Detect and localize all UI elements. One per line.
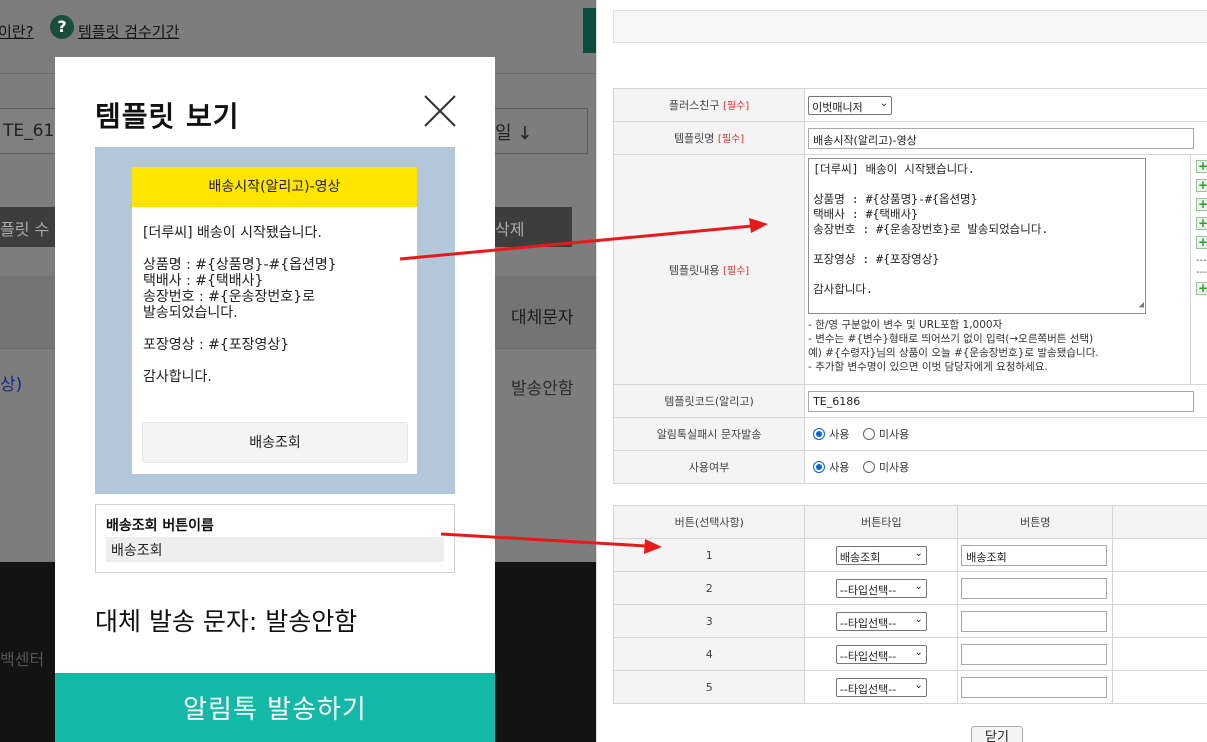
- row-use-yn: 사용여부 사용 미사용: [612, 450, 1207, 484]
- message-card: 배송시작(알리고)-영상 [더루씨] 배송이 시작됐습니다. 상품명 : #{상…: [132, 167, 417, 474]
- button-row-number: 2: [612, 571, 806, 605]
- fail-sms-nouse-radio[interactable]: [862, 428, 875, 440]
- row-plusfriend: 플러스친구 [필수] 이벗매니저 ⌄: [612, 88, 1207, 122]
- add-variable-button[interactable]: +: [1195, 160, 1207, 173]
- template-name-label: 템플릿명 [필수]: [612, 121, 806, 155]
- button-row-number: 5: [612, 670, 806, 704]
- button-name-input[interactable]: [961, 643, 1108, 665]
- button-name-input[interactable]: [961, 577, 1108, 599]
- chevron-down-icon: ⌄: [914, 679, 923, 691]
- delivery-tracking-button[interactable]: 배송조회: [142, 422, 408, 463]
- add-variable-button[interactable]: +: [1195, 236, 1207, 249]
- button-type-select[interactable]: --타입선택-- ⌄: [835, 644, 927, 664]
- button-type-select[interactable]: --타입선택-- ⌄: [835, 611, 927, 631]
- chevron-down-icon: ⌄: [914, 613, 923, 625]
- chevron-down-icon: ⌄: [879, 97, 889, 109]
- button-type-select[interactable]: --타입선택-- ⌄: [835, 578, 927, 598]
- template-form-panel: 플러스친구 [필수] 이벗매니저 ⌄ 템플릿명 [필수] 배송시작(알리고)-영상…: [596, 0, 1207, 742]
- buttons-table: 버튼(선택사항) 버튼타입 버튼명 1 배송조회 ⌄ 배송조회 2 --타입선택-…: [612, 505, 1207, 704]
- buttons-table-header: 버튼(선택사항) 버튼타입 버튼명: [612, 505, 1207, 539]
- bg-input: TE_61: [0, 108, 60, 154]
- modal-title: 템플릿 보기: [95, 100, 240, 133]
- button-type-select[interactable]: --타입선택-- ⌄: [835, 677, 927, 697]
- fallback-sms-text: 대체 발송 문자: 발송안함: [95, 607, 358, 636]
- template-view-modal: 템플릿 보기 배송시작(알리고)-영상 [더루씨] 배송이 시작됐습니다. 상품…: [55, 57, 495, 742]
- use-yn-use-radio[interactable]: [813, 461, 826, 473]
- template-name-input[interactable]: 배송시작(알리고)-영상: [808, 127, 1195, 149]
- use-yn-label: 사용여부: [612, 450, 806, 484]
- row-template-content: 템플릿내용 [필수] [더루씨] 배송이 시작됐습니다. 상품명 : #{상품명…: [612, 154, 1207, 385]
- add-variable-button[interactable]: +: [1195, 282, 1207, 295]
- bg-footer-text: 백센터: [0, 650, 45, 669]
- col-header: 버튼(선택사항): [612, 505, 806, 539]
- button-row-number: 3: [612, 604, 806, 638]
- chevron-down-icon: ⌄: [914, 547, 923, 559]
- bg-button: 플릿 수: [0, 207, 56, 247]
- col-header: 버튼타입: [804, 505, 959, 539]
- message-preview: 배송시작(알리고)-영상 [더루씨] 배송이 시작됐습니다. 상품명 : #{상…: [95, 147, 455, 494]
- button-name-input[interactable]: [961, 610, 1108, 632]
- table-row: 5 --타입선택-- ⌄: [612, 670, 1207, 704]
- plusfriend-label: 플러스친구 [필수]: [612, 88, 806, 122]
- send-alimtalk-button[interactable]: 알림톡 발송하기: [55, 673, 495, 742]
- row-fail-sms: 알림톡실패시 문자발송 사용 미사용: [612, 417, 1207, 451]
- row-template-name: 템플릿명 [필수] 배송시작(알리고)-영상: [612, 121, 1207, 155]
- close-icon[interactable]: [424, 95, 456, 127]
- row-template-code: 템플릿코드(알리고) TE_6186: [612, 384, 1207, 418]
- table-row: 1 배송조회 ⌄ 배송조회: [612, 538, 1207, 572]
- bg-link[interactable]: 이란?: [0, 21, 34, 42]
- bg-delete-button: 삭제: [495, 207, 572, 247]
- required-tag: [필수]: [722, 101, 750, 112]
- template-code-label: 템플릿코드(알리고): [612, 384, 806, 418]
- template-content-textarea[interactable]: [더루씨] 배송이 시작됐습니다. 상품명 : #{상품명}-#{옵션명} 택배…: [808, 158, 1147, 314]
- bg-row-link: 상): [0, 375, 23, 395]
- bg-select: 일 ↓: [494, 108, 588, 154]
- bg-green-button: [583, 8, 596, 53]
- use-yn-nouse-radio[interactable]: [862, 461, 875, 473]
- table-row: 3 --타입선택-- ⌄: [612, 604, 1207, 638]
- fail-sms-use-radio[interactable]: [813, 428, 826, 440]
- button-name-label: 배송조회 버튼이름: [106, 518, 214, 534]
- help-icon: ?: [50, 15, 74, 39]
- button-row-number: 1: [612, 538, 806, 572]
- required-tag: [필수]: [722, 265, 750, 277]
- button-type-select[interactable]: 배송조회 ⌄: [835, 545, 927, 565]
- bg-column-header: 대체문자: [511, 308, 574, 328]
- add-variable-button[interactable]: +: [1195, 179, 1207, 192]
- template-form-table: 플러스친구 [필수] 이벗매니저 ⌄ 템플릿명 [필수] 배송시작(알리고)-영상…: [612, 88, 1207, 484]
- chevron-down-icon: ⌄: [914, 580, 923, 592]
- table-row: 2 --타입선택-- ⌄: [612, 571, 1207, 605]
- fail-sms-label: 알림톡실패시 문자발송: [612, 417, 806, 451]
- button-name-input[interactable]: 배송조회: [961, 544, 1108, 566]
- message-header: 배송시작(알리고)-영상: [132, 167, 417, 207]
- template-content-help: - 한/영 구분없이 변수 및 URL포함 1,000자 - 변수는 #{변수}…: [808, 319, 1099, 373]
- add-variable-button[interactable]: +: [1195, 217, 1207, 230]
- template-code-input[interactable]: TE_6186: [808, 390, 1195, 412]
- plusfriend-select[interactable]: 이벗매니저 ⌄: [808, 95, 893, 115]
- message-body: [더루씨] 배송이 시작됐습니다. 상품명 : #{상품명}-#{옵션명} 택배…: [143, 225, 337, 385]
- button-row-number: 4: [612, 637, 806, 671]
- close-button[interactable]: 닫기: [971, 726, 1023, 742]
- separator: ---: [1195, 267, 1207, 278]
- button-name-value: 배송조회: [106, 537, 444, 562]
- col-header: 버튼명: [957, 505, 1114, 539]
- table-row: 4 --타입선택-- ⌄: [612, 637, 1207, 671]
- bg-row-value: 발송안함: [511, 379, 574, 399]
- required-tag: [필수]: [717, 134, 745, 145]
- template-content-label: 템플릿내용 [필수]: [612, 154, 806, 385]
- bg-help-link[interactable]: 템플릿 검수기간: [78, 21, 179, 42]
- resize-handle-icon[interactable]: ◢: [1139, 298, 1144, 313]
- top-bar: [613, 10, 1207, 43]
- separator: ---: [1195, 255, 1207, 266]
- button-name-input[interactable]: [961, 676, 1108, 698]
- chevron-down-icon: ⌄: [914, 646, 923, 658]
- add-variable-button[interactable]: +: [1195, 198, 1207, 211]
- button-name-box: 배송조회 버튼이름 배송조회: [95, 504, 455, 573]
